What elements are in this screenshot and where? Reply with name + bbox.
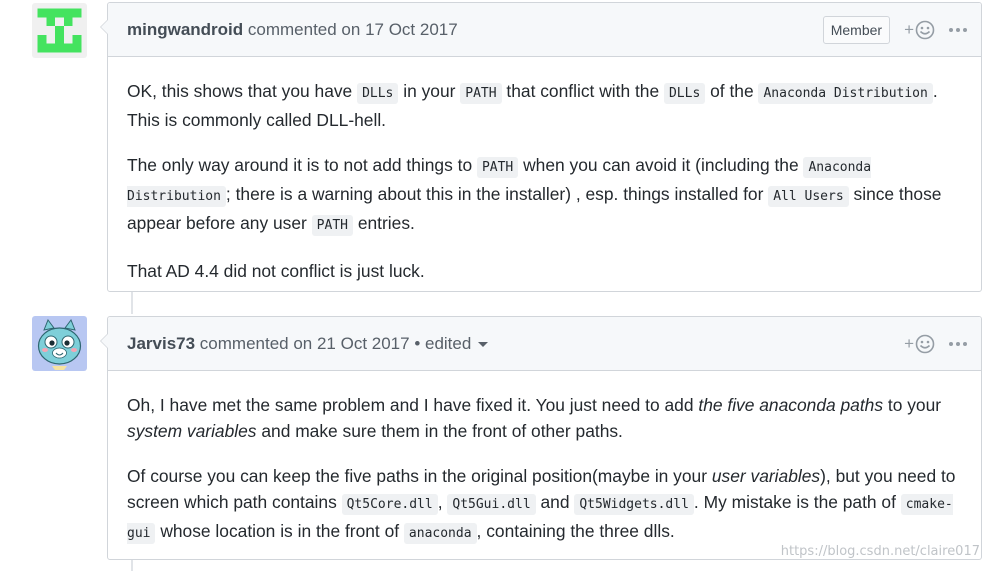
inline-code: DLLs <box>663 83 706 104</box>
comment-author[interactable]: mingwandroid <box>127 20 243 39</box>
comment-paragraph: Of course you can keep the five paths in… <box>127 463 962 547</box>
inline-code: Qt5Widgets.dll <box>574 494 694 515</box>
inline-code: DLLs <box>357 83 399 104</box>
watermark-text: https://blog.csdn.net/claire017 <box>780 544 980 559</box>
inline-code: All Users <box>768 186 849 207</box>
comment-paragraph: The only way around it is to not add thi… <box>127 152 962 239</box>
comment-paragraph: OK, this shows that you have DLLs in you… <box>127 81 938 130</box>
smiley-add-icon[interactable]: + <box>904 317 935 370</box>
inline-code: PATH <box>476 157 519 178</box>
comment-meta[interactable]: commented on 21 Oct 2017 • edited <box>195 334 472 353</box>
inline-code: Qt5Core.dll <box>341 494 438 515</box>
comment-paragraph: Oh, I have met the same problem and I ha… <box>127 395 942 441</box>
kebab-menu-icon[interactable] <box>949 27 967 32</box>
inline-code: PATH <box>460 83 502 104</box>
timeline-connector <box>131 560 133 571</box>
comment-actions: + <box>904 317 967 370</box>
comment-header: Jarvis73 commented on 21 Oct 2017 • edit… <box>108 317 981 371</box>
inline-code: anaconda <box>403 523 477 544</box>
comment-meta[interactable]: commented on 17 Oct 2017 <box>243 20 458 39</box>
timeline-connector <box>131 292 133 314</box>
smiley-add-icon[interactable]: + <box>904 3 935 56</box>
inline-code: Anaconda Distribution <box>758 83 933 104</box>
avatar-jarvis73[interactable] <box>32 316 87 371</box>
comment-body: OK, this shows that you have DLLs in you… <box>108 57 981 303</box>
comment-paragraph: That AD 4.4 did not conflict is just luc… <box>127 261 425 281</box>
comment-author[interactable]: Jarvis73 <box>127 334 195 353</box>
comment-card: mingwandroid commented on 17 Oct 2017 Me… <box>100 2 982 292</box>
caret-down-icon[interactable] <box>478 342 489 348</box>
comment-header: mingwandroid commented on 17 Oct 2017 Me… <box>108 3 981 57</box>
comment-body: Oh, I have met the same problem and I ha… <box>108 371 981 566</box>
member-badge: Member <box>822 15 891 44</box>
inline-code: PATH <box>311 215 353 236</box>
comment-card: Jarvis73 commented on 21 Oct 2017 • edit… <box>100 316 982 560</box>
inline-code: Qt5Gui.dll <box>447 494 536 515</box>
kebab-menu-icon[interactable] <box>949 341 967 346</box>
comment-actions: Member + <box>822 3 967 56</box>
avatar-mingwandroid[interactable] <box>32 3 87 58</box>
